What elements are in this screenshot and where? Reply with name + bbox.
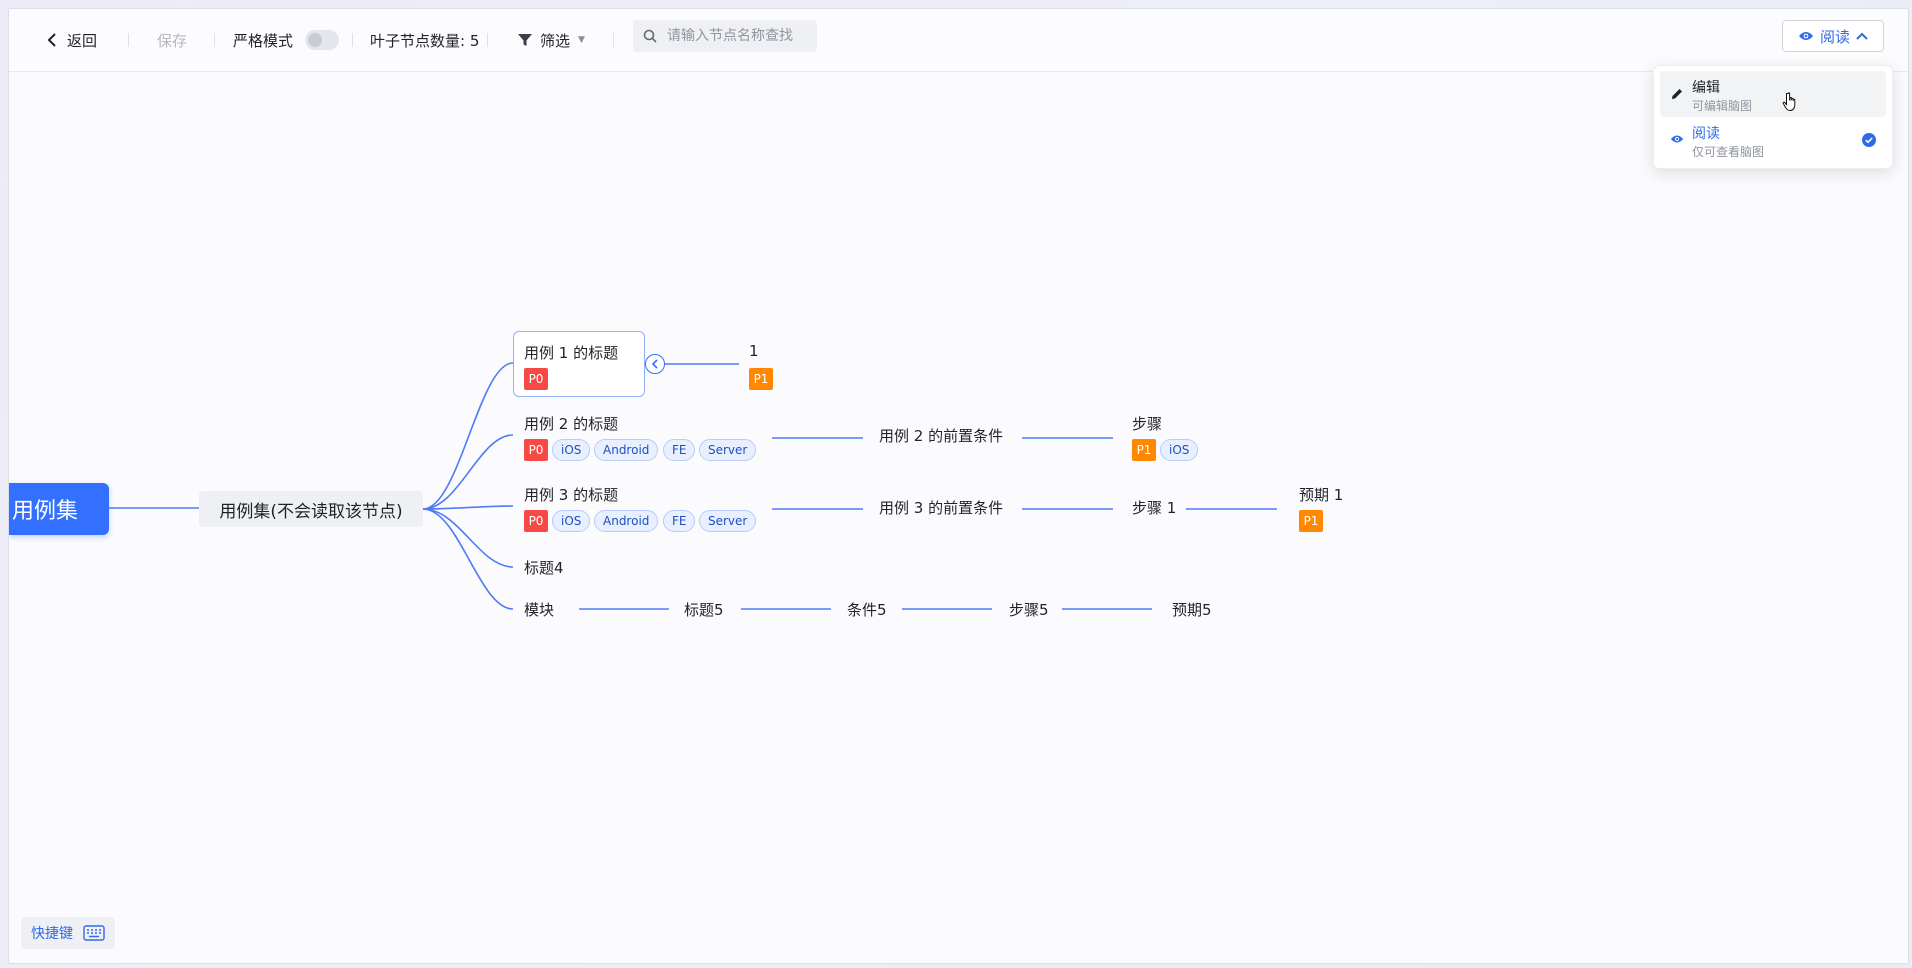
platform-tag: Android (594, 510, 659, 532)
node-label[interactable]: 步骤5 (1009, 599, 1049, 620)
node-label[interactable]: 模块 (524, 599, 554, 620)
mindmap-node-level1[interactable]: 用例集(不会读取该节点) (199, 491, 423, 527)
priority-tag: P1 (1132, 439, 1156, 461)
node-label: 用例集(不会读取该节点) (219, 501, 403, 522)
root-label: 用例集 (12, 499, 79, 524)
mindmap-root-node[interactable]: 用例集 (9, 483, 109, 535)
platform-tag: iOS (552, 510, 591, 532)
shortcut-button[interactable]: 快捷键 (21, 917, 115, 949)
node-label[interactable]: 步骤 1 (1132, 497, 1176, 518)
mindmap-edges (109, 362, 1277, 610)
node-label[interactable]: 用例 3 的标题 (524, 484, 618, 505)
priority-tag: P1 (749, 368, 773, 390)
hand-cursor-icon (1782, 92, 1796, 112)
node-label[interactable]: 1 (749, 342, 759, 360)
node-label[interactable]: 预期 1 (1299, 484, 1343, 505)
node-label[interactable]: 标题4 (524, 557, 564, 578)
priority-tag: P1 (1299, 510, 1323, 532)
platform-tag: iOS (1160, 439, 1199, 461)
platform-tag: FE (663, 439, 696, 461)
priority-tag: P0 (524, 368, 548, 390)
node-label[interactable]: 用例 3 的前置条件 (879, 497, 1003, 518)
keyboard-icon (83, 925, 105, 941)
platform-tag: Android (594, 439, 659, 461)
platform-tag: Server (699, 510, 757, 532)
chevron-left-icon (651, 359, 658, 369)
node-label[interactable]: 步骤 (1132, 413, 1162, 434)
priority-tag: P0 (524, 510, 548, 532)
node-label: 用例 1 的标题 (524, 344, 619, 362)
platform-tag: iOS (552, 439, 591, 461)
platform-tag: Server (699, 439, 757, 461)
node-label[interactable]: 用例 2 的前置条件 (879, 425, 1003, 446)
shortcut-label: 快捷键 (31, 926, 73, 942)
node-label[interactable]: 预期5 (1172, 599, 1212, 620)
node-label[interactable]: 用例 2 的标题 (524, 413, 618, 434)
collapse-button[interactable] (645, 354, 665, 374)
platform-tag: FE (663, 510, 696, 532)
app-window: 返回 保存 严格模式 叶子节点数量: 5 筛选 ▼ 阅读 (8, 8, 1909, 964)
node-label[interactable]: 条件5 (847, 599, 887, 620)
node-label[interactable]: 标题5 (684, 599, 724, 620)
priority-tag: P0 (524, 439, 548, 461)
